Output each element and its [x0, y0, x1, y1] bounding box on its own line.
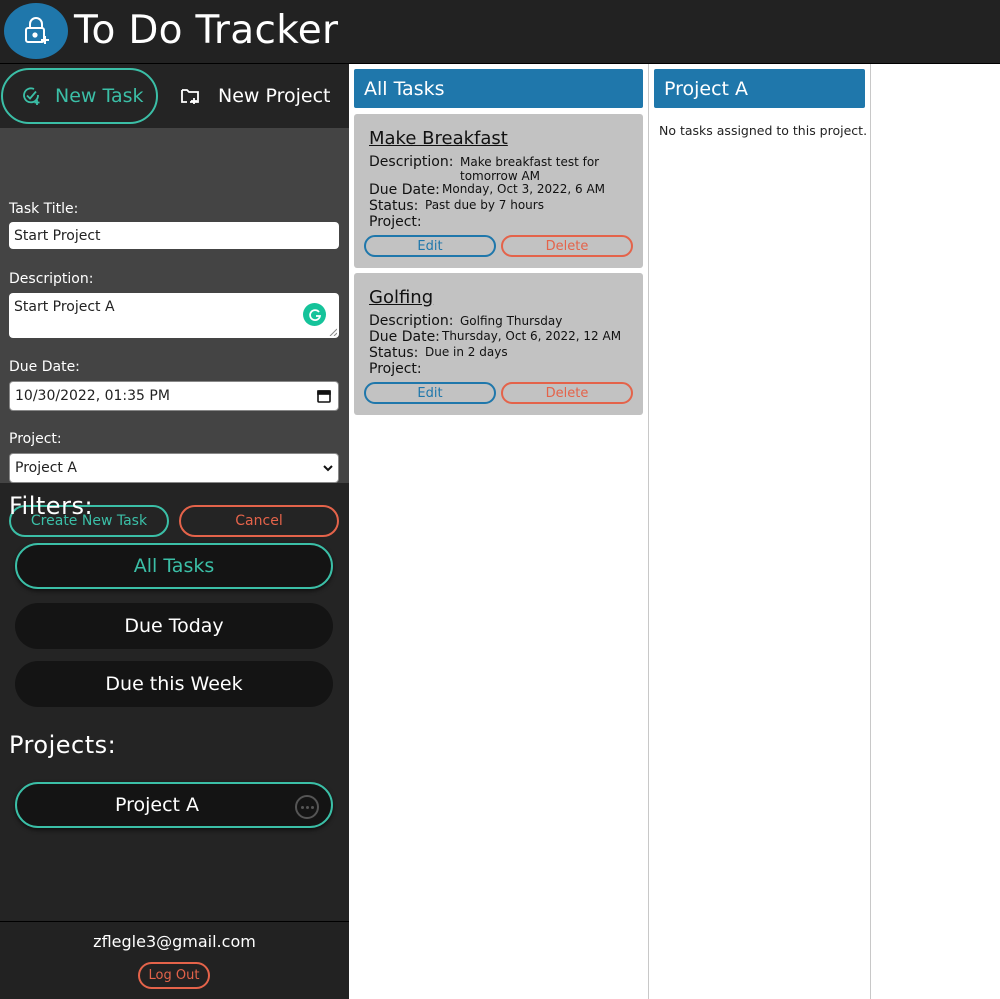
description-value: Start Project A	[14, 299, 115, 315]
folder-add-icon	[181, 89, 199, 104]
filter-all-tasks[interactable]: All Tasks	[15, 543, 333, 589]
due-date-value: 10/30/2022, 01:35 PM	[15, 388, 170, 404]
new-task-form: Task Title: Start Project Description: S…	[0, 128, 349, 537]
task-title-label: Task Title:	[9, 201, 79, 217]
description-textarea[interactable]: Start Project A	[9, 293, 339, 338]
grammarly-icon[interactable]	[303, 303, 326, 326]
project-label: Project:	[9, 431, 62, 447]
task-title: Make Breakfast	[369, 128, 508, 149]
project-column-heading: Project A	[654, 69, 865, 108]
task-card: Make Breakfast Description: Make breakfa…	[354, 114, 643, 268]
task-status: Due in 2 days	[425, 345, 508, 359]
task-due-date: Monday, Oct 3, 2022, 6 AM	[442, 182, 606, 196]
project-label: Project:	[369, 214, 422, 230]
tab-new-task[interactable]: New Task	[1, 68, 158, 124]
all-tasks-heading: All Tasks	[354, 69, 643, 108]
sidebar-footer: zflegle3@gmail.com Log Out	[0, 921, 349, 999]
more-options-icon[interactable]	[295, 795, 319, 819]
project-item-label: Project A	[115, 794, 200, 816]
filter-due-today[interactable]: Due Today	[15, 603, 333, 649]
due-date-label: Due Date:	[9, 359, 80, 375]
due-date-label: Due Date:	[369, 329, 440, 345]
delete-button[interactable]: Delete	[501, 382, 633, 404]
calendar-icon[interactable]	[317, 389, 331, 403]
project-column: Project A No tasks assigned to this proj…	[649, 64, 871, 999]
lock-plus-icon	[4, 3, 68, 59]
task-description: Make breakfast test for tomorrow AM	[460, 155, 600, 183]
logout-button[interactable]: Log Out	[138, 962, 210, 989]
tab-new-project[interactable]: New Project	[178, 68, 346, 124]
chevron-down-icon	[323, 465, 333, 472]
all-tasks-column: All Tasks Make Breakfast Description: Ma…	[349, 64, 649, 999]
task-card: Golfing Description: Golfing Thursday Du…	[354, 273, 643, 415]
tab-new-project-label: New Project	[218, 85, 331, 107]
task-title-value: Start Project	[14, 227, 101, 244]
empty-project-message: No tasks assigned to this project.	[659, 123, 868, 138]
user-email: zflegle3@gmail.com	[93, 932, 256, 951]
delete-button[interactable]: Delete	[501, 235, 633, 257]
tab-new-task-label: New Task	[55, 85, 144, 107]
due-date-label: Due Date:	[369, 182, 440, 198]
task-title-input[interactable]: Start Project	[9, 222, 339, 249]
projects-heading: Projects:	[9, 731, 117, 759]
filters-heading: Filters:	[9, 492, 94, 520]
project-label: Project:	[369, 361, 422, 377]
cancel-button[interactable]: Cancel	[179, 505, 339, 537]
task-title: Golfing	[369, 287, 434, 308]
task-add-icon	[23, 87, 40, 105]
project-select-value: Project A	[15, 460, 77, 476]
description-label: Description:	[369, 313, 454, 329]
status-label: Status:	[369, 198, 419, 214]
sidebar: New Task New Project Task Title: Start P…	[0, 64, 349, 999]
edit-button[interactable]: Edit	[364, 235, 496, 257]
status-label: Status:	[369, 345, 419, 361]
sidebar-tabs: New Task New Project	[0, 64, 349, 128]
task-due-date: Thursday, Oct 6, 2022, 12 AM	[442, 329, 622, 343]
project-item[interactable]: Project A	[15, 782, 333, 828]
app-title: To Do Tracker	[74, 8, 339, 53]
description-label: Description:	[9, 271, 94, 287]
top-bar: To Do Tracker	[0, 0, 1000, 64]
task-status: Past due by 7 hours	[425, 198, 544, 212]
due-date-input[interactable]: 10/30/2022, 01:35 PM	[9, 381, 339, 411]
resize-grip-icon[interactable]	[329, 328, 337, 336]
task-description: Golfing Thursday	[460, 314, 563, 328]
project-select[interactable]: Project A	[9, 453, 339, 483]
edit-button[interactable]: Edit	[364, 382, 496, 404]
filter-due-this-week[interactable]: Due this Week	[15, 661, 333, 707]
description-label: Description:	[369, 154, 454, 170]
